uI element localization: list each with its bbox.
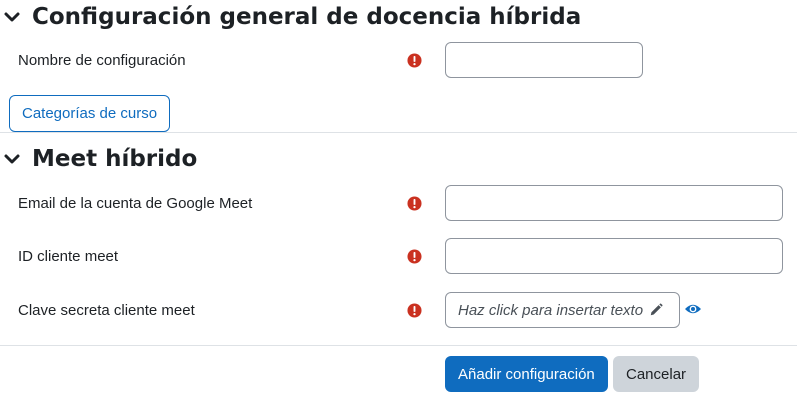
required-icon xyxy=(407,303,422,318)
section-title-general: Configuración general de docencia híbrid… xyxy=(32,4,582,30)
required-icon xyxy=(407,53,422,68)
client-secret-inplace-editor[interactable]: Haz click para insertar texto xyxy=(445,292,680,328)
eye-icon[interactable] xyxy=(684,302,702,316)
actions-divider xyxy=(0,345,797,346)
chevron-down-icon[interactable] xyxy=(2,7,22,27)
cancel-button[interactable]: Cancelar xyxy=(613,356,700,392)
required-icon xyxy=(407,249,422,264)
client-id-input[interactable] xyxy=(445,238,783,274)
chevron-down-icon[interactable] xyxy=(2,149,22,169)
client-secret-placeholder: Haz click para insertar texto xyxy=(458,301,644,319)
config-name-input[interactable] xyxy=(445,42,643,78)
client-id-label: ID cliente meet xyxy=(18,248,119,265)
pencil-icon[interactable] xyxy=(649,303,663,317)
client-secret-label: Clave secreta cliente meet xyxy=(18,302,195,319)
section-title-meet: Meet híbrido xyxy=(32,146,198,172)
section-divider xyxy=(0,132,797,133)
required-icon xyxy=(407,196,422,211)
course-categories-button[interactable]: Categorías de curso xyxy=(9,95,171,132)
add-configuration-button[interactable]: Añadir configuración xyxy=(445,356,608,392)
config-name-label: Nombre de configuración xyxy=(18,52,186,69)
email-label: Email de la cuenta de Google Meet xyxy=(18,195,253,212)
email-input[interactable] xyxy=(445,185,783,221)
section-header-meet[interactable]: Meet híbrido xyxy=(0,146,197,172)
section-header-general[interactable]: Configuración general de docencia híbrid… xyxy=(0,4,581,30)
